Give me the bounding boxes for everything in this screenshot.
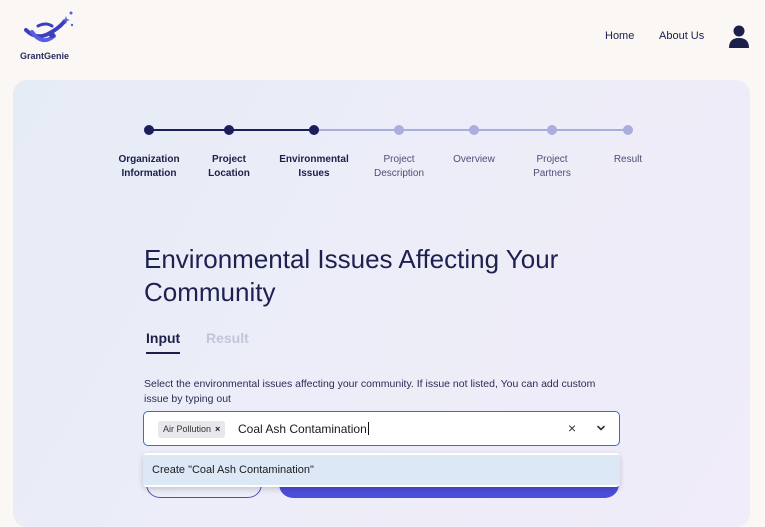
search-input[interactable]: Coal Ash Contamination (238, 422, 369, 436)
step-label-line1: Project (383, 154, 415, 165)
step-connector (552, 129, 628, 131)
step-label-line1: Result (613, 154, 643, 165)
step-label-line1: Organization (118, 154, 180, 165)
tab-result[interactable]: Result (206, 330, 249, 346)
step-label-line2: Description (373, 168, 425, 179)
step-connector (474, 129, 552, 131)
step-label[interactable]: Project Partners (512, 153, 592, 181)
chevron-down-icon[interactable] (595, 422, 607, 434)
close-icon[interactable]: × (568, 420, 576, 436)
step-label-line2: Partners (533, 168, 571, 179)
step-label-line1: Project (212, 154, 246, 165)
selected-chip: Air Pollution × (158, 421, 226, 438)
step-label-line2: Issues (298, 168, 330, 179)
dropdown-menu: Create "Coal Ash Contamination" (143, 453, 620, 487)
progress-stepper: Organization Information Project Location En… (13, 80, 750, 190)
step-label[interactable]: Project Location (189, 153, 269, 181)
step-connector (314, 129, 399, 131)
step-label-line1: Environmental (279, 154, 349, 165)
step-dot[interactable] (144, 125, 154, 135)
step-dot[interactable] (309, 125, 319, 135)
top-bar: GrantGenie Home About Us (0, 0, 765, 76)
issues-multiselect[interactable]: Air Pollution × Coal Ash Contamination × (143, 411, 620, 446)
step-label-line1: Overview (453, 154, 495, 165)
step-dot[interactable] (547, 125, 557, 135)
chip-remove-icon[interactable]: × (215, 424, 220, 434)
step-connector (229, 129, 314, 131)
create-option[interactable]: Create "Coal Ash Contamination" (143, 455, 620, 485)
nav-about-link[interactable]: About Us (659, 30, 704, 42)
step-label[interactable]: Project Description (359, 153, 439, 181)
chip-label: Air Pollution (163, 424, 212, 434)
text-caret (367, 422, 369, 435)
tab-input[interactable]: Input (146, 330, 181, 354)
step-label[interactable]: Result (588, 153, 668, 167)
step-dot[interactable] (623, 125, 633, 135)
step-dot[interactable] (469, 125, 479, 135)
logo[interactable]: GrantGenie (20, 10, 80, 64)
genie-lamp-icon (24, 11, 74, 43)
user-avatar-icon[interactable] (728, 24, 750, 48)
instructions-text: Select the environmental issues affectin… (144, 378, 596, 405)
page-title: Environmental Issues Affecting Your Comm… (144, 244, 559, 307)
step-label[interactable]: Environmental Issues (274, 153, 354, 181)
step-connector (149, 129, 229, 131)
brand-name: GrantGenie (20, 51, 70, 61)
step-connector (399, 129, 474, 131)
step-label[interactable]: Organization Information (109, 153, 189, 181)
step-label-line2: Location (208, 168, 250, 179)
step-label[interactable]: Overview (434, 153, 514, 167)
step-dot[interactable] (394, 125, 404, 135)
typed-value: Coal Ash Contamination (238, 422, 367, 436)
nav-home-link[interactable]: Home (605, 30, 634, 42)
step-dot[interactable] (224, 125, 234, 135)
step-label-line1: Project (536, 154, 568, 165)
step-label-line2: Information (121, 168, 177, 179)
